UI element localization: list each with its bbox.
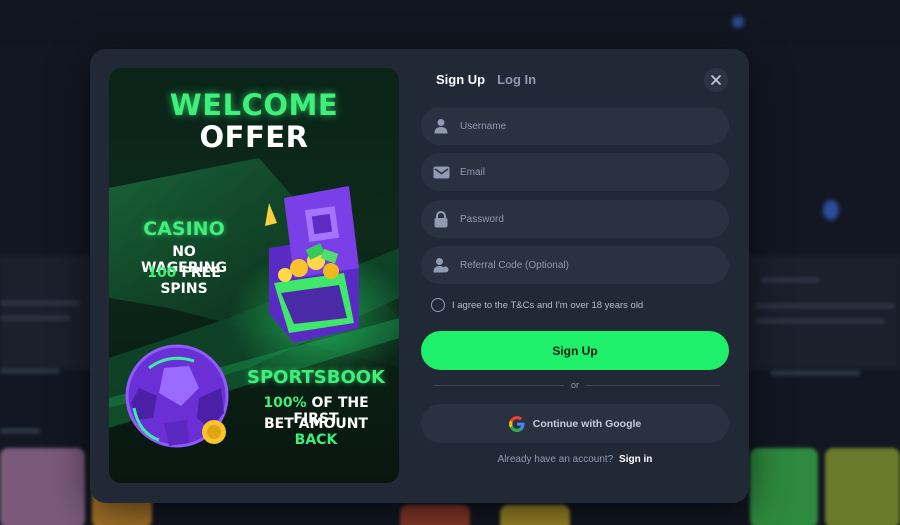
background-text — [760, 277, 820, 283]
divider-or: or — [570, 380, 579, 390]
username-input[interactable] — [460, 120, 710, 132]
sign-up-button[interactable]: Sign Up — [421, 331, 729, 370]
close-icon — [711, 75, 721, 85]
background-text — [770, 370, 860, 376]
background-game-thumbnail — [400, 505, 470, 525]
continue-with-google-button[interactable]: Continue with Google — [421, 404, 729, 443]
tab-log-in[interactable]: Log In — [497, 72, 536, 87]
username-field[interactable] — [421, 107, 729, 145]
sportsbook-offer-line2: BET AMOUNT BACK — [241, 416, 391, 448]
casino-free-spins: 100 FREE SPINS — [129, 265, 239, 297]
sportsbook-title: SPORTSBOOK — [246, 367, 386, 388]
casino-title: CASINO — [143, 218, 225, 240]
background-text — [0, 428, 40, 434]
auth-tabs: Sign Up Log In — [436, 72, 536, 87]
sportsbook-back: BACK — [294, 432, 338, 448]
divider-line-left — [434, 385, 564, 386]
welcome-title: WELCOME — [169, 88, 339, 122]
divider-line-right — [586, 385, 720, 386]
google-button-label: Continue with Google — [532, 417, 642, 430]
background-text — [0, 368, 60, 374]
background-game-thumbnail — [500, 505, 570, 525]
welcome-offer-banner: WELCOME OFFER CASINO NO WAGERING 100 FRE… — [109, 68, 399, 483]
background-game-thumbnail — [750, 448, 818, 525]
background-header — [0, 0, 900, 44]
background-decor — [823, 200, 839, 220]
password-input[interactable] — [460, 213, 710, 225]
offer-title: OFFER — [199, 120, 309, 154]
background-decor — [732, 16, 744, 28]
sign-in-link[interactable]: Sign in — [619, 454, 652, 465]
background-text — [755, 318, 885, 324]
background-text — [0, 315, 70, 321]
referral-user-icon — [432, 256, 450, 274]
background-text — [755, 303, 895, 309]
tab-sign-up[interactable]: Sign Up — [436, 72, 485, 87]
referral-code-input[interactable] — [460, 259, 710, 271]
user-icon — [432, 117, 450, 135]
terms-label: I agree to the T&Cs and I'm over 18 year… — [452, 299, 644, 311]
background-game-thumbnail — [825, 448, 900, 525]
free-spins-count: 100 — [147, 265, 177, 281]
password-field[interactable] — [421, 200, 729, 238]
signup-modal: WELCOME OFFER CASINO NO WAGERING 100 FRE… — [90, 49, 749, 503]
sportsbook-percent: 100% — [263, 395, 307, 411]
sportsbook-bet-amount: BET AMOUNT — [264, 416, 368, 432]
already-account-text: Already have an account? — [497, 454, 614, 465]
lock-icon — [432, 210, 450, 228]
email-icon — [432, 163, 450, 181]
background-text — [0, 300, 80, 306]
terms-row: I agree to the T&Cs and I'm over 18 year… — [431, 298, 643, 312]
referral-code-field[interactable] — [421, 246, 729, 284]
sign-in-prompt: Already have an account? Sign in — [421, 454, 729, 465]
soccer-ball-icon — [125, 344, 229, 448]
google-icon — [508, 415, 525, 432]
email-field[interactable] — [421, 153, 729, 191]
background-game-thumbnail — [0, 448, 85, 525]
terms-checkbox[interactable] — [431, 298, 445, 312]
close-button[interactable] — [704, 68, 728, 92]
email-input[interactable] — [460, 166, 710, 178]
